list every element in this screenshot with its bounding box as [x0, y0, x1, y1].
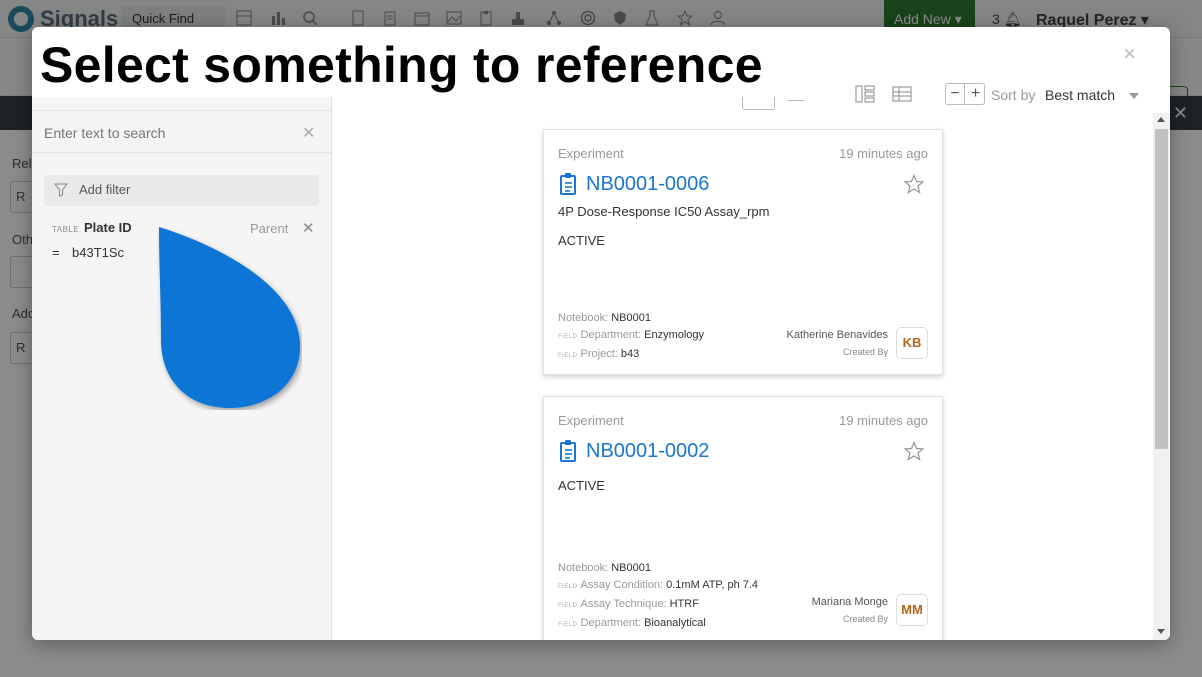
chevron-down-icon[interactable] — [1129, 93, 1139, 99]
results-toolbar: − + Sort by Best match — [806, 79, 1170, 111]
filter-panel-header — [32, 97, 331, 111]
field-tag: FIELD — [558, 603, 578, 609]
field-row: FIELD Department: Bioanalytical — [558, 615, 758, 634]
search-row: ✕ — [32, 111, 332, 153]
notebook-value: NB0001 — [611, 562, 651, 574]
field-value: 0.1mM ATP, ph 7.4 — [666, 579, 759, 591]
detail-view-icon[interactable] — [855, 84, 875, 104]
avatar: KB — [896, 327, 928, 359]
field-label: Department: — [580, 617, 642, 629]
remove-filter-icon[interactable]: ✕ — [302, 219, 315, 237]
result-status: ACTIVE — [558, 233, 605, 248]
field-value: Bioanalytical — [644, 617, 706, 629]
creator-name: Mariana Monge — [811, 596, 888, 608]
scroll-up-arrow-icon[interactable] — [1157, 117, 1165, 122]
table-view-icon[interactable] — [892, 84, 912, 104]
notebook-field: Notebook: NB0001 — [558, 560, 758, 577]
sort-by-label: Sort by — [991, 87, 1036, 103]
add-filter-label: Add filter — [79, 182, 131, 197]
filter-icon — [54, 183, 68, 197]
result-creator: Mariana Monge Created By — [812, 594, 888, 628]
pointer-drop-marker — [159, 227, 301, 408]
experiment-doc-icon — [560, 440, 576, 462]
field-label: Assay Condition: — [580, 579, 664, 591]
field-row: FIELD Project: b43 — [558, 346, 704, 365]
scroll-down-arrow-icon[interactable] — [1157, 629, 1165, 634]
favorite-star-icon[interactable] — [904, 441, 924, 461]
zoom-out-button[interactable]: − — [946, 84, 965, 104]
filter-type-tag: TABLE — [52, 225, 80, 234]
notebook-label: Notebook: — [558, 312, 609, 324]
result-time: 19 minutes ago — [839, 413, 928, 428]
filter-name: Plate ID — [84, 220, 132, 235]
field-value: HTRF — [669, 598, 699, 610]
notebook-field: Notebook: NB0001 — [558, 310, 704, 327]
page-title: Select something to reference — [40, 29, 800, 97]
result-card[interactable]: Experiment 19 minutes ago NB0001-0006 4P… — [543, 129, 943, 375]
result-title-link[interactable]: NB0001-0002 — [586, 440, 709, 463]
search-clear-icon[interactable]: ✕ — [302, 123, 315, 143]
notebook-value: NB0001 — [611, 312, 651, 324]
field-label: Project: — [580, 348, 618, 360]
field-tag: FIELD — [558, 353, 578, 359]
result-type: Experiment — [558, 146, 624, 161]
field-label: Assay Technique: — [580, 598, 667, 610]
field-label: Department: — [580, 329, 642, 341]
result-fields: Notebook: NB0001 FIELD Assay Condition: 0… — [558, 560, 758, 634]
field-row: FIELD Assay Condition: 0.1mM ATP, ph 7.4 — [558, 577, 758, 596]
result-description: 4P Dose-Response IC50 Assay_rpm — [558, 204, 770, 219]
result-creator: Katherine Benavides Created By — [786, 327, 888, 361]
zoom-in-button[interactable]: + — [966, 84, 985, 104]
result-title-link[interactable]: NB0001-0006 — [586, 173, 709, 196]
search-input[interactable] — [44, 125, 284, 141]
created-by-label: Created By — [842, 614, 888, 624]
results-list: Experiment 19 minutes ago NB0001-0006 4P… — [333, 113, 1153, 640]
experiment-doc-icon — [560, 173, 576, 195]
sort-by-select[interactable]: Best match — [1045, 87, 1115, 103]
results-scrollbar[interactable] — [1153, 113, 1170, 640]
avatar: MM — [896, 594, 928, 626]
favorite-star-icon[interactable] — [904, 174, 924, 194]
field-tag: FIELD — [558, 584, 578, 590]
reference-selector-modal: × ✕ Add filter TABLE Plate ID Parent ✕ =… — [32, 27, 1170, 640]
creator-name: Katherine Benavides — [786, 329, 888, 341]
modal-close-icon[interactable]: × — [1123, 41, 1136, 67]
result-card[interactable]: Experiment 19 minutes ago NB0001-0002 AC… — [543, 396, 943, 640]
field-row: FIELD Department: Enzymology — [558, 327, 704, 346]
result-fields: Notebook: NB0001 FIELD Department: Enzymo… — [558, 310, 704, 365]
add-filter-button[interactable]: Add filter — [44, 175, 319, 206]
result-type: Experiment — [558, 413, 624, 428]
field-row: FIELD Assay Technique: HTRF — [558, 596, 758, 615]
field-tag: FIELD — [558, 334, 578, 340]
scrollbar-thumb[interactable] — [1155, 129, 1168, 449]
result-status: ACTIVE — [558, 478, 605, 493]
filter-operator: = — [52, 245, 60, 260]
created-by-label: Created By — [842, 347, 888, 357]
result-time: 19 minutes ago — [839, 146, 928, 161]
field-value: b43 — [620, 348, 640, 360]
field-value: Enzymology — [644, 329, 705, 341]
notebook-label: Notebook: — [558, 562, 609, 574]
zoom-control: − + — [945, 83, 985, 105]
filter-value[interactable]: b43T1Sc — [72, 245, 124, 260]
field-tag: FIELD — [558, 622, 578, 628]
